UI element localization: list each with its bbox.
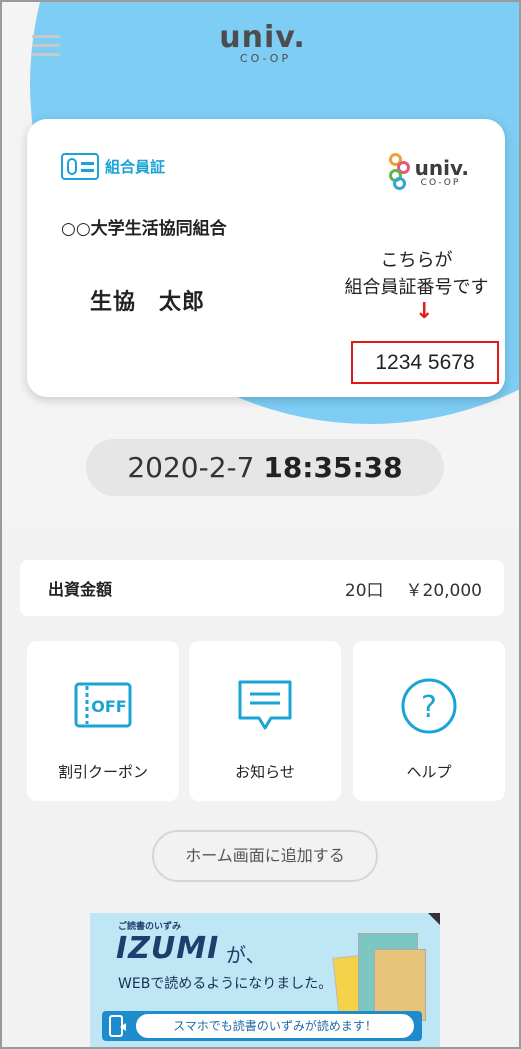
- number-annotation: こちらが 組合員証番号です: [329, 247, 504, 301]
- univ-coop-logo: univ. CO-OP: [2, 20, 519, 66]
- logo-sub-text: CO-OP: [239, 52, 292, 65]
- tile-help[interactable]: ? ヘルプ: [353, 641, 505, 801]
- izumi-banner[interactable]: ご読書のいずみ IZUMI が、 WEBで読めるようになりました。 スマホでも読…: [90, 913, 440, 1047]
- current-datetime: 2020-2-7 18:35:38: [86, 439, 444, 496]
- tile-coupon-label: 割引クーポン: [57, 763, 148, 781]
- banner-corner-mark: [428, 913, 440, 925]
- current-time: 18:35:38: [263, 451, 403, 484]
- banner-strip-text: スマホでも読書のいずみが読めます！: [136, 1014, 414, 1038]
- investment-row: 出資金額 20口 ￥20,000: [20, 560, 504, 616]
- tile-coupon[interactable]: OFF 割引クーポン: [27, 641, 179, 801]
- card-logo-main: univ.: [414, 156, 469, 180]
- banner-readable-text: WEBで読めるようになりました。: [118, 976, 333, 992]
- tile-notice[interactable]: お知らせ: [189, 641, 341, 801]
- organization-name: ○○大学生活協同組合: [61, 219, 227, 239]
- banner-ga: が、: [226, 943, 266, 967]
- help-question-icon: ?: [401, 678, 457, 734]
- investment-label: 出資金額: [48, 580, 113, 599]
- coop-dots-icon: [387, 153, 413, 193]
- coupon-icon-text: OFF: [91, 697, 126, 716]
- investment-amount: ￥20,000: [405, 580, 482, 601]
- membership-card: 組合員証 univ. CO-OP ○○大学生活協同組合 生協 太郎 こちらが 組…: [27, 119, 505, 397]
- logo-main-text: univ.: [219, 20, 306, 55]
- current-date: 2020-2-7: [127, 451, 255, 484]
- id-card-icon: [61, 153, 99, 180]
- tile-notice-label: お知らせ: [235, 763, 295, 781]
- investment-units: 20口: [344, 580, 384, 601]
- card-badge: 組合員証: [61, 153, 165, 180]
- member-name: 生協 太郎: [90, 290, 206, 315]
- smartphone-icon: [109, 1015, 126, 1037]
- tile-help-label: ヘルプ: [406, 763, 452, 781]
- banner-brand: IZUMI: [116, 931, 220, 966]
- card-badge-label: 組合員証: [105, 158, 166, 176]
- banner-strip: スマホでも読書のいずみが読めます！: [102, 1011, 422, 1041]
- notice-speech-bubble-icon: [238, 680, 292, 730]
- member-number: 1234 5678: [351, 341, 499, 384]
- annotation-line-1: こちらが: [380, 250, 453, 270]
- down-arrow-icon: ↓: [415, 299, 434, 324]
- add-to-home-button[interactable]: ホーム画面に追加する: [152, 830, 378, 882]
- annotation-line-2: 組合員証番号です: [344, 277, 489, 297]
- card-coop-logo: univ. CO-OP: [387, 153, 469, 193]
- app-screen: univ. CO-OP 組合員証 univ. CO-OP ○○大学生活協同組合 …: [0, 0, 521, 1049]
- coupon-off-icon: OFF: [74, 682, 132, 728]
- help-icon-text: ?: [421, 690, 437, 725]
